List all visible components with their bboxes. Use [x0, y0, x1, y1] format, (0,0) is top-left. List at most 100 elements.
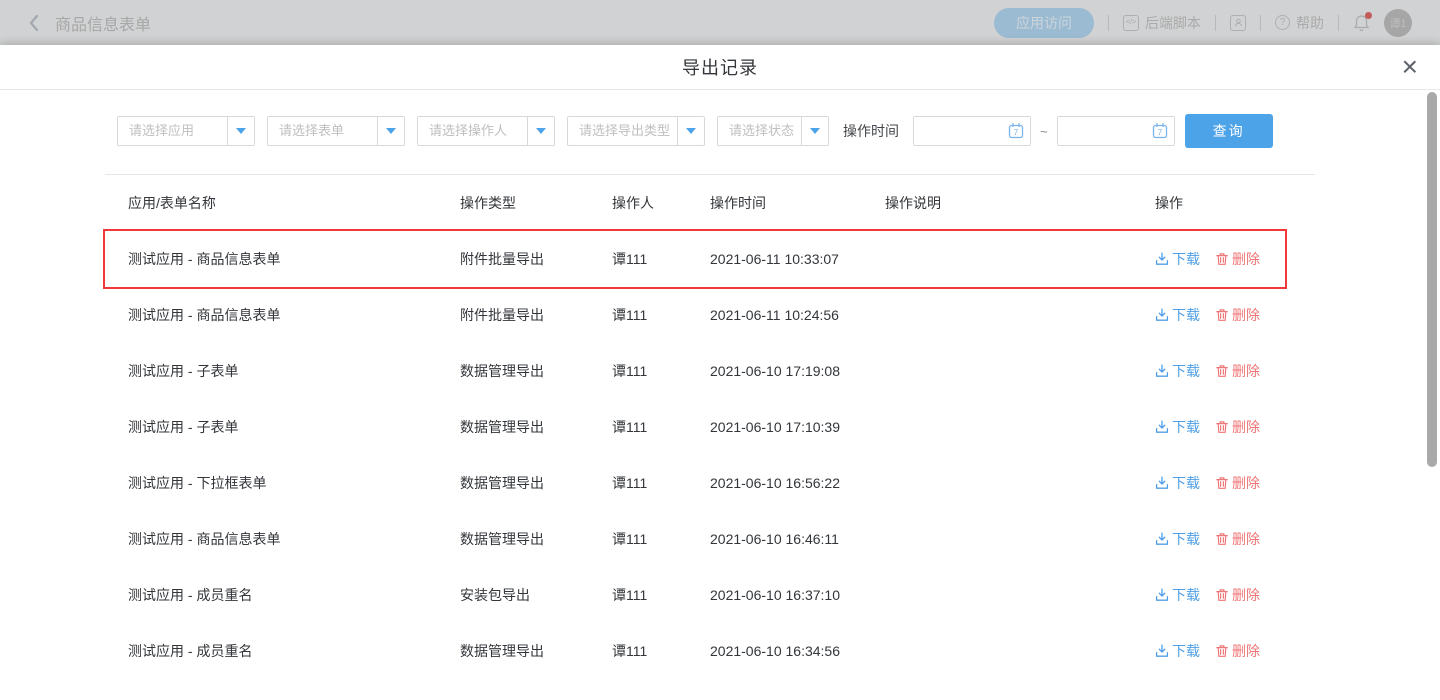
calendar-icon[interactable]: 7	[1151, 122, 1169, 140]
download-link[interactable]: 下载	[1155, 473, 1200, 493]
export-records-modal: 导出记录 × 请选择应用 请选择表单 请选择操作人 请选择导出类型 请选择状态 …	[0, 45, 1440, 700]
table-row: 测试应用 - 下拉框表单 数据管理导出 谭111 2021-06-10 16:5…	[100, 455, 1318, 511]
calendar-icon[interactable]: 7	[1007, 122, 1025, 140]
svg-text:7: 7	[1157, 127, 1162, 137]
cell-operation-time: 2021-06-11 10:33:07	[710, 251, 885, 267]
cell-operator: 谭111	[612, 417, 710, 437]
table-body: 测试应用 - 商品信息表单 附件批量导出 谭111 2021-06-11 10:…	[100, 231, 1318, 679]
table-row: 测试应用 - 商品信息表单 数据管理导出 谭111 2021-06-10 16:…	[100, 511, 1318, 567]
download-link[interactable]: 下载	[1155, 417, 1200, 437]
table-row: 测试应用 - 子表单 数据管理导出 谭111 2021-06-10 17:19:…	[100, 343, 1318, 399]
trash-icon	[1215, 364, 1229, 378]
cell-operator: 谭111	[612, 641, 710, 661]
download-link[interactable]: 下载	[1155, 529, 1200, 549]
table-row: 测试应用 - 商品信息表单 附件批量导出 谭111 2021-06-11 10:…	[100, 231, 1318, 287]
cell-operation-time: 2021-06-10 16:34:56	[710, 643, 885, 659]
download-link[interactable]: 下载	[1155, 361, 1200, 381]
select-operator[interactable]: 请选择操作人	[417, 116, 555, 146]
table-header-row: 应用/表单名称 操作类型 操作人 操作时间 操作说明 操作	[100, 175, 1318, 231]
delete-link[interactable]: 删除	[1215, 361, 1260, 381]
row-actions: 下载 删除	[1155, 417, 1318, 437]
svg-text:7: 7	[1014, 127, 1019, 137]
download-link[interactable]: 下载	[1155, 305, 1200, 325]
row-actions: 下载 删除	[1155, 585, 1318, 605]
select-app[interactable]: 请选择应用	[117, 116, 255, 146]
cell-operation-type: 数据管理导出	[460, 361, 612, 381]
cell-operation-type: 附件批量导出	[460, 249, 612, 269]
date-start-input[interactable]	[922, 124, 1002, 139]
download-link[interactable]: 下载	[1155, 641, 1200, 661]
cell-app-form-name: 测试应用 - 商品信息表单	[128, 305, 460, 325]
cell-operation-time: 2021-06-10 16:37:10	[710, 587, 885, 603]
select-status[interactable]: 请选择状态	[717, 116, 829, 146]
delete-link[interactable]: 删除	[1215, 305, 1260, 325]
delete-link[interactable]: 删除	[1215, 585, 1260, 605]
chevron-down-icon	[677, 117, 704, 145]
delete-link[interactable]: 删除	[1215, 473, 1260, 493]
modal-title: 导出记录	[682, 54, 758, 80]
download-icon	[1155, 588, 1169, 602]
cell-operator: 谭111	[612, 249, 710, 269]
cell-operation-time: 2021-06-11 10:24:56	[710, 307, 885, 323]
chevron-down-icon	[227, 117, 254, 145]
scrollbar-thumb[interactable]	[1427, 92, 1437, 467]
table-row: 测试应用 - 子表单 数据管理导出 谭111 2021-06-10 17:10:…	[100, 399, 1318, 455]
date-end-input[interactable]	[1066, 124, 1146, 139]
cell-operation-type: 安装包导出	[460, 585, 612, 605]
col-header-operation-desc: 操作说明	[885, 193, 1155, 213]
row-actions: 下载 删除	[1155, 249, 1318, 269]
download-link[interactable]: 下载	[1155, 249, 1200, 269]
cell-operator: 谭111	[612, 529, 710, 549]
search-button[interactable]: 查询	[1185, 114, 1273, 148]
cell-operator: 谭111	[612, 305, 710, 325]
col-header-operator: 操作人	[612, 193, 710, 213]
app-topbar: 商品信息表单 应用访问 </> 后端脚本 ? 帮助 谭1	[0, 0, 1440, 45]
cell-operation-time: 2021-06-10 16:56:22	[710, 475, 885, 491]
download-icon	[1155, 420, 1169, 434]
chevron-down-icon	[377, 117, 404, 145]
cell-operator: 谭111	[612, 361, 710, 381]
col-header-operation-type: 操作类型	[460, 193, 612, 213]
download-icon	[1155, 308, 1169, 322]
cell-operation-type: 附件批量导出	[460, 305, 612, 325]
download-link[interactable]: 下载	[1155, 585, 1200, 605]
range-separator: ~	[1040, 124, 1048, 139]
cell-app-form-name: 测试应用 - 成员重名	[128, 641, 460, 661]
close-icon[interactable]: ×	[1402, 49, 1418, 85]
chevron-down-icon	[527, 117, 554, 145]
row-actions: 下载 删除	[1155, 305, 1318, 325]
trash-icon	[1215, 420, 1229, 434]
delete-link[interactable]: 删除	[1215, 641, 1260, 661]
cell-operation-type: 数据管理导出	[460, 529, 612, 549]
delete-link[interactable]: 删除	[1215, 529, 1260, 549]
delete-link[interactable]: 删除	[1215, 249, 1260, 269]
date-start-field[interactable]: 7	[913, 116, 1031, 146]
cell-operation-time: 2021-06-10 17:10:39	[710, 419, 885, 435]
select-export-type[interactable]: 请选择导出类型	[567, 116, 705, 146]
filter-bar: 请选择应用 请选择表单 请选择操作人 请选择导出类型 请选择状态 操作时间 7 …	[117, 114, 1273, 148]
download-icon	[1155, 476, 1169, 490]
cell-app-form-name: 测试应用 - 子表单	[128, 361, 460, 381]
modal-header: 导出记录 ×	[0, 45, 1440, 90]
table-row: 测试应用 - 商品信息表单 附件批量导出 谭111 2021-06-11 10:…	[100, 287, 1318, 343]
cell-operator: 谭111	[612, 585, 710, 605]
cell-app-form-name: 测试应用 - 商品信息表单	[128, 529, 460, 549]
row-actions: 下载 删除	[1155, 361, 1318, 381]
cell-operation-type: 数据管理导出	[460, 641, 612, 661]
row-actions: 下载 删除	[1155, 641, 1318, 661]
trash-icon	[1215, 308, 1229, 322]
trash-icon	[1215, 588, 1229, 602]
trash-icon	[1215, 644, 1229, 658]
cell-operation-time: 2021-06-10 16:46:11	[710, 531, 885, 547]
delete-link[interactable]: 删除	[1215, 417, 1260, 437]
cell-operation-type: 数据管理导出	[460, 417, 612, 437]
cell-app-form-name: 测试应用 - 下拉框表单	[128, 473, 460, 493]
cell-operation-type: 数据管理导出	[460, 473, 612, 493]
cell-app-form-name: 测试应用 - 成员重名	[128, 585, 460, 605]
date-end-field[interactable]: 7	[1057, 116, 1175, 146]
select-form[interactable]: 请选择表单	[267, 116, 405, 146]
cell-operation-time: 2021-06-10 17:19:08	[710, 363, 885, 379]
table-row: 测试应用 - 成员重名 安装包导出 谭111 2021-06-10 16:37:…	[100, 567, 1318, 623]
trash-icon	[1215, 252, 1229, 266]
cell-operator: 谭111	[612, 473, 710, 493]
